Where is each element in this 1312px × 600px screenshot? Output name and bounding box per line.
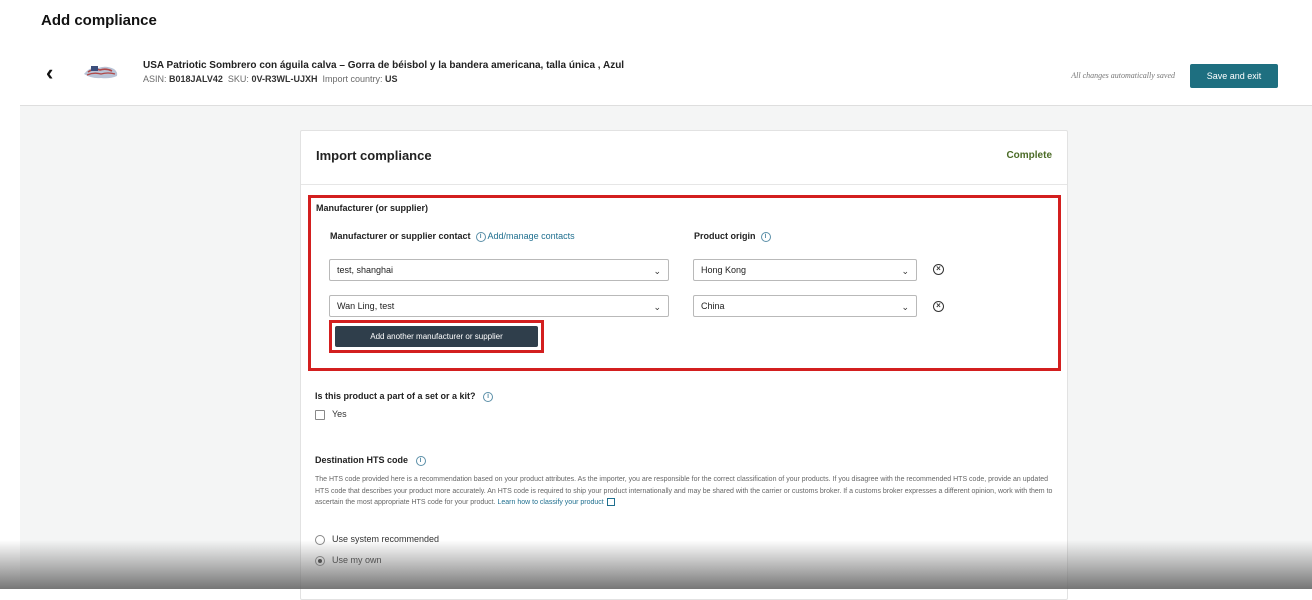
import-country-value: US xyxy=(385,74,398,84)
learn-classify-link[interactable]: Learn how to classify your product xyxy=(498,499,604,506)
chevron-left-icon[interactable]: ‹ xyxy=(46,62,53,84)
hts-title-text: Destination HTS code xyxy=(315,455,409,465)
product-origin-select[interactable]: Hong Kong ⌄ xyxy=(693,259,917,281)
import-country-label: Import country: xyxy=(322,74,383,84)
contact-column-header: Manufacturer or supplier contact i Add/ma… xyxy=(330,231,575,242)
add-manage-contacts-link[interactable]: Add/manage contacts xyxy=(488,231,575,241)
chevron-down-icon: ⌄ xyxy=(901,266,909,276)
set-kit-yes-label: Yes xyxy=(332,409,347,419)
set-kit-question: Is this product a part of a set or a kit… xyxy=(315,391,495,402)
sku-value: 0V-R3WL-UJXH xyxy=(251,74,318,84)
sku-label: SKU: xyxy=(227,74,249,84)
contact-label: Manufacturer or supplier contact xyxy=(330,231,471,241)
asin-value: B018JALV42 xyxy=(169,74,223,84)
header-bar xyxy=(20,0,1312,106)
chevron-down-icon: ⌄ xyxy=(901,302,909,312)
info-icon[interactable]: i xyxy=(483,391,494,402)
asin-label: ASIN: xyxy=(143,74,167,84)
hts-title: Destination HTS code i xyxy=(315,455,428,466)
remove-circle-icon[interactable]: × xyxy=(933,264,944,275)
select-value: Hong Kong xyxy=(701,265,747,275)
origin-label: Product origin xyxy=(694,231,756,241)
add-manufacturer-button[interactable]: Add another manufacturer or supplier xyxy=(335,326,538,347)
info-icon[interactable]: i xyxy=(475,231,486,242)
info-icon[interactable]: i xyxy=(415,455,426,466)
info-icon[interactable]: i xyxy=(760,231,771,242)
status-badge: Complete xyxy=(1006,150,1052,161)
chevron-down-icon: ⌄ xyxy=(653,302,661,312)
remove-circle-icon[interactable]: × xyxy=(933,301,944,312)
select-value: Wan Ling, test xyxy=(337,301,395,311)
add-button-highlight-box: Add another manufacturer or supplier xyxy=(329,320,544,353)
hts-description: The HTS code provided here is a recommen… xyxy=(315,474,1053,509)
manufacturer-contact-select[interactable]: test, shanghai ⌄ xyxy=(329,259,669,281)
set-kit-checkbox[interactable] xyxy=(315,410,325,420)
radio-system-recommended[interactable] xyxy=(315,535,325,545)
manufacturer-contact-select[interactable]: Wan Ling, test ⌄ xyxy=(329,295,669,317)
product-meta: ASIN: B018JALV42 SKU: 0V-R3WL-UJXH Impor… xyxy=(143,74,398,84)
select-value: test, shanghai xyxy=(337,265,394,275)
product-thumbnail xyxy=(84,66,118,79)
external-link-icon xyxy=(606,498,615,507)
page-title: Add compliance xyxy=(41,12,157,29)
app-frame: Add compliance ‹ USA Patriotic Sombrero … xyxy=(0,0,1312,600)
product-origin-select[interactable]: China ⌄ xyxy=(693,295,917,317)
card-title: Import compliance xyxy=(316,148,432,163)
import-compliance-card: Import compliance Complete xyxy=(300,130,1068,600)
card-header: Import compliance Complete xyxy=(301,131,1067,185)
chevron-down-icon: ⌄ xyxy=(653,266,661,276)
select-value: China xyxy=(701,301,725,311)
radio-system-recommended-label: Use system recommended xyxy=(332,534,440,544)
origin-column-header: Product origin i xyxy=(694,231,773,242)
set-kit-question-text: Is this product a part of a set or a kit… xyxy=(315,391,476,401)
left-rail xyxy=(0,0,20,589)
radio-use-my-own[interactable] xyxy=(315,556,325,566)
manufacturer-section-label: Manufacturer (or supplier) xyxy=(316,203,429,213)
autosave-status: All changes automatically saved xyxy=(1071,71,1175,80)
save-and-exit-button[interactable]: Save and exit xyxy=(1190,64,1278,88)
product-title: USA Patriotic Sombrero con águila calva … xyxy=(143,60,625,71)
hts-description-text: The HTS code provided here is a recommen… xyxy=(315,476,1053,506)
radio-use-my-own-label: Use my own xyxy=(332,555,382,565)
